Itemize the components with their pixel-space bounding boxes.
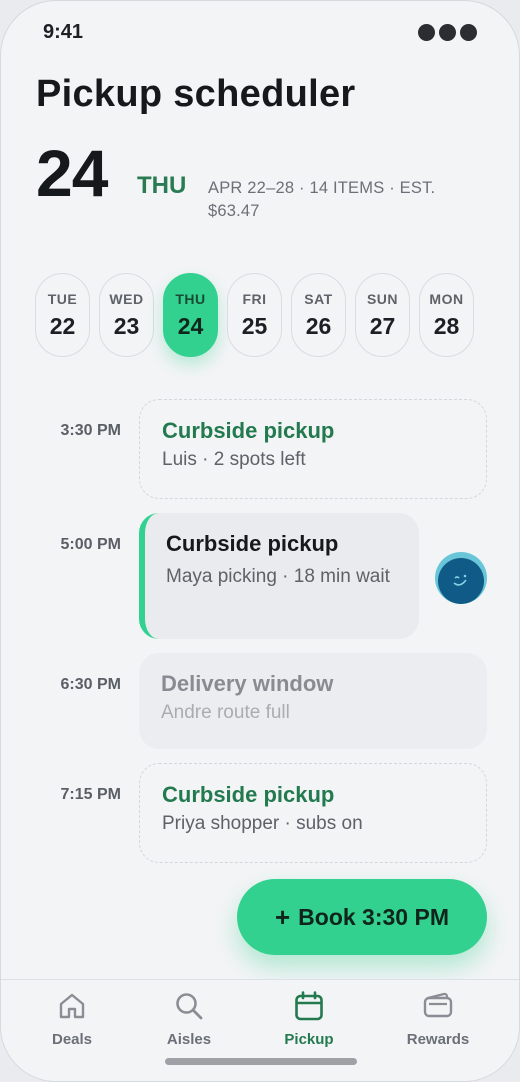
tab-label: Deals	[51, 1031, 93, 1048]
tab-label: Pickup	[284, 1031, 334, 1048]
slot-subtitle: Andre route full	[161, 702, 290, 723]
slot-card-curbside-330[interactable]: Curbside pickup Luis · 2 spots left	[139, 399, 487, 499]
day-chip-num: 28	[433, 313, 460, 339]
book-slot-label: Book 3:30 PM	[298, 903, 449, 930]
status-time: 9:41	[43, 21, 84, 43]
slot-card-delivery-630: Delivery window Andre route full	[139, 653, 487, 749]
day-chip-sat[interactable]: SAT 26	[291, 273, 346, 357]
slot-card-curbside-715[interactable]: Curbside pickup Priya shopper · subs on	[139, 763, 487, 863]
slot-title: Curbside pickup	[166, 531, 339, 556]
slot-subtitle: Priya shopper · subs on	[162, 813, 363, 834]
day-chip-num: 26	[305, 313, 332, 339]
slot-title: Curbside pickup	[162, 782, 335, 807]
phone-screen: 9:41 Pickup scheduler 24 THU APR 22–28 ·…	[0, 0, 520, 1082]
day-chip-fri[interactable]: FRI 25	[227, 273, 282, 357]
slot-time: 5:00 PM	[60, 536, 121, 553]
slot-time: 3:30 PM	[60, 422, 121, 439]
home-icon	[59, 993, 85, 1019]
day-chip-num: 23	[113, 313, 140, 339]
book-slot-button[interactable]: + Book 3:30 PM	[237, 879, 487, 955]
day-chip-mon[interactable]: MON 28	[419, 273, 474, 357]
status-bar: 9:41	[1, 1, 519, 61]
slot-subtitle: Maya picking · 18 min wait	[166, 566, 390, 587]
day-chip-sun[interactable]: SUN 27	[355, 273, 410, 357]
day-chip-dow: TUE	[47, 291, 78, 307]
selected-day-number: 24	[36, 136, 108, 210]
slot-card-curbside-500[interactable]: Curbside pickup Maya picking · 18 min wa…	[139, 513, 419, 639]
avatar	[435, 552, 487, 604]
day-picker: TUE 22 WED 23 THU 24 FRI 25 SAT 26 SUN 27 MON 2…	[35, 273, 474, 357]
day-chip-wed[interactable]: WED 23	[99, 273, 154, 357]
slot-title: Delivery window	[161, 671, 334, 696]
tab-label: Rewards	[406, 1031, 470, 1048]
day-chip-num: 27	[369, 313, 396, 339]
tab-bar: Deals Aisles Pickup Rewards	[1, 979, 519, 1081]
tab-rewards[interactable]: Rewards	[383, 990, 493, 1048]
tab-deals[interactable]: Deals	[17, 990, 127, 1048]
order-summary: APR 22–28 · 14 ITEMS · EST. $63.47	[208, 179, 436, 220]
tab-label: Aisles	[166, 1031, 212, 1048]
tab-aisles[interactable]: Aisles	[134, 990, 244, 1048]
day-chip-dow: THU	[175, 291, 206, 307]
day-chip-dow: SUN	[366, 291, 399, 307]
selected-day-of-week: THU	[137, 172, 187, 199]
more-dots-icon[interactable]	[418, 24, 477, 41]
slot-subtitle: Luis · 2 spots left	[162, 449, 306, 470]
slot-title: Curbside pickup	[162, 418, 335, 443]
calendar-icon	[295, 991, 323, 1021]
day-chip-dow: MON	[429, 291, 464, 307]
tab-pickup[interactable]: Pickup	[254, 990, 364, 1048]
day-chip-dow: SAT	[304, 291, 333, 307]
search-icon	[176, 993, 203, 1020]
plus-icon: +	[274, 901, 291, 932]
wallet-icon	[423, 992, 453, 1018]
slot-time: 7:15 PM	[60, 786, 121, 803]
page-title: Pickup scheduler	[36, 73, 356, 115]
home-indicator[interactable]	[165, 1058, 357, 1065]
day-chip-num: 25	[241, 313, 268, 339]
day-chip-dow: WED	[109, 291, 144, 307]
day-chip-dow: FRI	[242, 291, 267, 307]
day-chip-num: 22	[49, 313, 76, 339]
day-chip-num: 24	[177, 313, 204, 339]
day-chip-thu[interactable]: THU 24	[163, 273, 218, 357]
slot-time: 6:30 PM	[60, 676, 121, 693]
day-chip-tue[interactable]: TUE 22	[35, 273, 90, 357]
